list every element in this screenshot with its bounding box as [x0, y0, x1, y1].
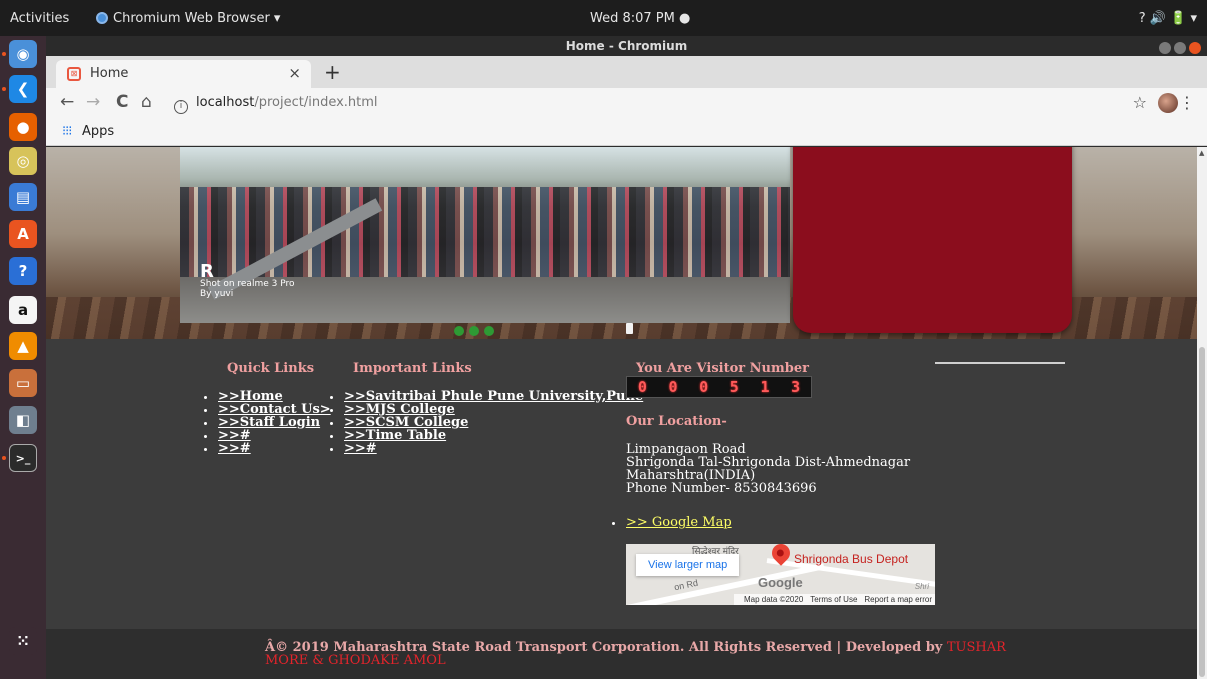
system-top-bar: Activities Chromium Web Browser ▾ Wed 8:… — [0, 0, 1207, 36]
vlc-icon[interactable]: ▲ — [9, 332, 37, 360]
terminal-icon[interactable]: >_ — [9, 444, 37, 472]
map-place-label[interactable]: Shrigonda Bus Depot — [794, 552, 908, 566]
address-bar[interactable]: i localhost/project/index.html — [174, 91, 1134, 115]
map-road-label: Shri — [914, 582, 929, 591]
apps-grid-icon[interactable]: ⁝⁝⁝ — [62, 124, 72, 139]
app-menu-label: Chromium Web Browser ▾ — [113, 11, 281, 26]
slide-marker[interactable] — [626, 323, 633, 334]
tab-strip: ⊠ Home × + — [46, 56, 1207, 88]
quick-link-placeholder[interactable]: >># — [218, 441, 251, 456]
maximize-button[interactable] — [1174, 42, 1186, 54]
disk-icon[interactable]: ◎ — [9, 147, 37, 175]
profile-avatar[interactable] — [1158, 93, 1178, 113]
files-icon[interactable]: ▭ — [9, 369, 37, 397]
url-path: /project/index.html — [254, 95, 378, 110]
home-button[interactable]: ⌂ — [141, 92, 152, 112]
counter-digit: 0 — [637, 378, 647, 396]
list-item: >># — [330, 442, 643, 455]
photo-watermark: R Shot on realme 3 Pro By yuvi — [200, 261, 295, 300]
system-tray[interactable]: ? 🔊 🔋 ▾ — [1139, 11, 1197, 26]
google-logo: Google — [758, 575, 803, 590]
browser-menu-icon[interactable]: ⋮ — [1179, 93, 1195, 112]
browser-toolbar: ← → C ⌂ i localhost/project/index.html ☆ … — [46, 88, 1207, 118]
counter-digit: 1 — [760, 378, 770, 396]
location-heading: Our Location- — [626, 414, 727, 429]
url-host: localhost — [196, 95, 255, 110]
bookmarks-bar: ⁝⁝⁝ Apps — [46, 118, 1207, 146]
new-tab-button[interactable]: + — [324, 60, 341, 84]
document-icon[interactable]: ▤ — [9, 183, 37, 211]
window-title-bar: Home - Chromium — [46, 36, 1207, 56]
slide-indicator-dot[interactable] — [469, 326, 479, 336]
reload-button[interactable]: C — [116, 92, 128, 112]
phone-number: Phone Number- 8530843696 — [626, 481, 817, 496]
map-data-credit: Map data ©2020 — [744, 595, 804, 604]
hero-slider: R Shot on realme 3 Pro By yuvi — [46, 147, 1197, 339]
hero-red-panel — [793, 147, 1072, 333]
app-grid-icon[interactable]: ⁙ — [9, 627, 37, 655]
slide-indicator-dot[interactable] — [484, 326, 494, 336]
tab-close-icon[interactable]: × — [288, 64, 301, 82]
watermark-line-2: By yuvi — [200, 289, 234, 299]
site-favicon-icon: ⊠ — [67, 67, 81, 81]
important-links-list: >>Savitribai Phule Pune University,Pune … — [330, 390, 643, 455]
minimize-button[interactable] — [1159, 42, 1171, 54]
slide-image: R Shot on realme 3 Pro By yuvi — [180, 147, 790, 323]
bookmark-star-icon[interactable]: ☆ — [1133, 93, 1147, 112]
quick-links-heading: Quick Links — [227, 361, 315, 376]
forward-button[interactable]: → — [86, 92, 100, 112]
map-pin-dot — [775, 548, 786, 558]
scrollbar-thumb[interactable] — [1199, 347, 1205, 677]
counter-digit: 0 — [668, 378, 678, 396]
running-indicator — [2, 52, 6, 56]
view-larger-map-button[interactable]: View larger map — [636, 554, 740, 576]
image-viewer-icon[interactable]: ◧ — [9, 406, 37, 434]
map-report-link[interactable]: Report a map error — [864, 595, 932, 604]
realme-logo: R — [200, 261, 214, 282]
location-address: Limpangaon Road Shrigonda Tal-Shrigonda … — [626, 443, 910, 495]
firefox-icon[interactable]: ● — [9, 113, 37, 141]
close-window-button[interactable] — [1189, 42, 1201, 54]
map-attribution: Map data ©2020 Terms of Use Report a map e… — [734, 594, 935, 605]
launcher-dock: ◉ ❮ ● ◎ ▤ A? a ▲ ▭ ◧ >_ ⁙ — [0, 36, 46, 679]
help-icon[interactable]: ? — [9, 257, 37, 285]
watermark-line-1: Shot on realme 3 Pro — [200, 279, 295, 289]
software-center-icon[interactable]: A — [9, 220, 37, 248]
page-viewport: R Shot on realme 3 Pro By yuvi Quick Lin… — [46, 147, 1197, 679]
quick-links-list: >>Home >>Contact Us> >>Staff Login >># >… — [204, 390, 331, 455]
app-menu[interactable]: Chromium Web Browser ▾ — [96, 11, 280, 26]
running-indicator — [2, 87, 6, 91]
vscode-icon[interactable]: ❮ — [9, 75, 37, 103]
list-item: >># — [204, 442, 331, 455]
visitor-counter: 0 0 0 5 1 3 — [626, 376, 812, 398]
embedded-map[interactable]: सिद्धेश्वर मंदिर on Rd Shri View larger … — [626, 544, 935, 605]
link-placeholder[interactable]: >># — [344, 441, 377, 456]
window-title: Home - Chromium — [565, 39, 688, 53]
back-button[interactable]: ← — [60, 92, 74, 112]
page-scrollbar[interactable]: ▲ — [1197, 147, 1207, 679]
running-indicator — [2, 456, 6, 460]
apps-bookmark[interactable]: Apps — [82, 124, 114, 139]
activities-button[interactable]: Activities — [10, 11, 69, 26]
chromium-icon — [96, 12, 108, 24]
counter-digit: 0 — [699, 378, 709, 396]
visitor-heading: You Are Visitor Number — [636, 361, 809, 376]
tab-home[interactable]: ⊠ Home × — [56, 60, 311, 88]
clock[interactable]: Wed 8:07 PM ● — [590, 11, 690, 26]
map-terms-link[interactable]: Terms of Use — [810, 595, 857, 604]
counter-digit: 5 — [729, 378, 739, 396]
divider — [935, 362, 1065, 364]
copyright-bar: Â© 2019 Maharashtra State Road Transport… — [46, 629, 1197, 679]
chromium-icon[interactable]: ◉ — [9, 40, 37, 68]
site-info-icon[interactable]: i — [174, 100, 188, 114]
counter-digit: 3 — [791, 378, 801, 396]
amazon-icon[interactable]: a — [9, 296, 37, 324]
slide-indicator-dot[interactable] — [454, 326, 464, 336]
tab-title: Home — [90, 66, 129, 81]
google-map-link[interactable]: >> Google Map — [626, 515, 732, 530]
site-footer: Quick Links >>Home >>Contact Us> >>Staff… — [46, 339, 1197, 629]
important-links-heading: Important Links — [353, 361, 472, 376]
scroll-up-icon[interactable]: ▲ — [1199, 149, 1204, 157]
copyright-text: Â© 2019 Maharashtra State Road Transport… — [265, 641, 1045, 667]
